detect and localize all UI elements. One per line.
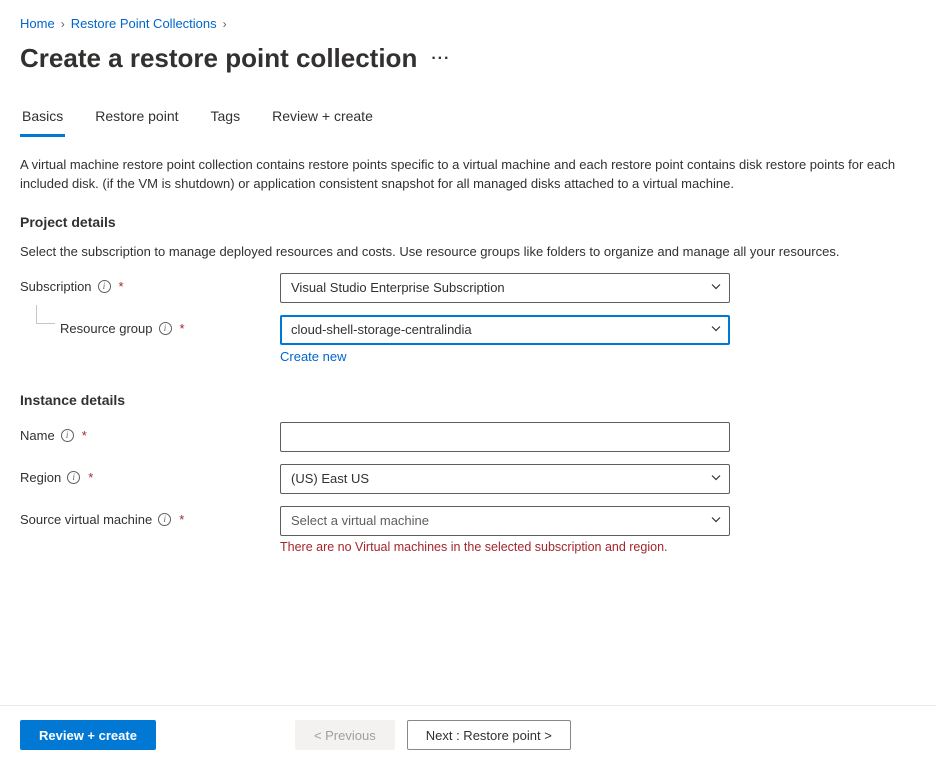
source-vm-error: There are no Virtual machines in the sel… bbox=[280, 540, 730, 554]
region-label: Region i * bbox=[20, 464, 280, 485]
source-vm-select[interactable]: Select a virtual machine bbox=[280, 506, 730, 536]
project-details-header: Project details bbox=[20, 214, 916, 230]
create-new-resource-group-link[interactable]: Create new bbox=[280, 349, 346, 364]
breadcrumb: Home › Restore Point Collections › bbox=[20, 16, 916, 31]
tabs: Basics Restore point Tags Review + creat… bbox=[20, 102, 916, 138]
tab-tags[interactable]: Tags bbox=[209, 102, 243, 137]
required-icon: * bbox=[88, 470, 93, 485]
required-icon: * bbox=[180, 321, 185, 336]
footer-actions: Review + create < Previous Next : Restor… bbox=[0, 705, 936, 764]
info-icon[interactable]: i bbox=[158, 513, 171, 526]
required-icon: * bbox=[82, 428, 87, 443]
page-title-text: Create a restore point collection bbox=[20, 43, 417, 74]
breadcrumb-restore-point-collections[interactable]: Restore Point Collections bbox=[71, 16, 217, 31]
next-button[interactable]: Next : Restore point > bbox=[407, 720, 571, 750]
tab-review-create[interactable]: Review + create bbox=[270, 102, 375, 137]
project-details-desc: Select the subscription to manage deploy… bbox=[20, 244, 916, 259]
tab-basics[interactable]: Basics bbox=[20, 102, 65, 137]
chevron-right-icon: › bbox=[61, 17, 65, 31]
required-icon: * bbox=[179, 512, 184, 527]
info-icon[interactable]: i bbox=[98, 280, 111, 293]
breadcrumb-home[interactable]: Home bbox=[20, 16, 55, 31]
resource-group-select[interactable]: cloud-shell-storage-centralindia bbox=[280, 315, 730, 345]
previous-button: < Previous bbox=[295, 720, 395, 750]
subscription-select[interactable]: Visual Studio Enterprise Subscription bbox=[280, 273, 730, 303]
resource-group-label: Resource group i * bbox=[20, 315, 280, 336]
subscription-label: Subscription i * bbox=[20, 273, 280, 294]
more-options-icon[interactable]: ··· bbox=[431, 50, 450, 68]
instance-details-header: Instance details bbox=[20, 392, 916, 408]
name-label: Name i * bbox=[20, 422, 280, 443]
info-icon[interactable]: i bbox=[159, 322, 172, 335]
review-create-button[interactable]: Review + create bbox=[20, 720, 156, 750]
name-input[interactable] bbox=[280, 422, 730, 452]
chevron-right-icon: › bbox=[223, 17, 227, 31]
required-icon: * bbox=[119, 279, 124, 294]
tab-restore-point[interactable]: Restore point bbox=[93, 102, 180, 137]
info-icon[interactable]: i bbox=[61, 429, 74, 442]
source-vm-label: Source virtual machine i * bbox=[20, 506, 280, 527]
tab-description: A virtual machine restore point collecti… bbox=[20, 156, 916, 194]
page-title: Create a restore point collection ··· bbox=[20, 43, 916, 74]
info-icon[interactable]: i bbox=[67, 471, 80, 484]
region-select[interactable]: (US) East US bbox=[280, 464, 730, 494]
